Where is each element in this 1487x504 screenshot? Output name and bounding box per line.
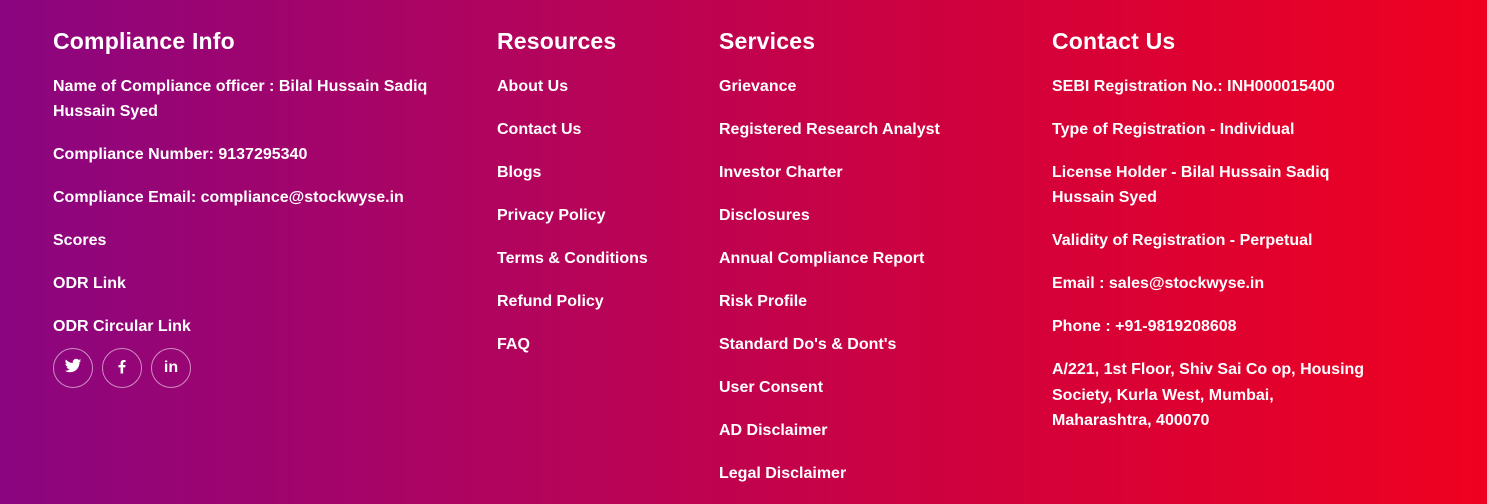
compliance-number-text: Compliance Number: 9137295340 (53, 146, 308, 163)
resources-link-privacy-policy[interactable]: Privacy Policy (497, 203, 697, 228)
registration-type-text: Type of Registration - Individual (1052, 121, 1295, 138)
facebook-icon (113, 357, 131, 380)
contact-us-column: Contact Us SEBI Registration No.: INH000… (1052, 28, 1372, 452)
resources-heading: Resources (497, 28, 617, 54)
scores-link[interactable]: Scores (53, 228, 463, 253)
registration-validity-text: Validity of Registration - Perpetual (1052, 232, 1313, 249)
compliance-info-column: Compliance Info Name of Compliance offic… (53, 28, 463, 388)
contact-us-list: SEBI Registration No.: INH000015400 Type… (1052, 74, 1372, 434)
compliance-officer-text: Name of Compliance officer : Bilal Hussa… (53, 78, 428, 120)
services-link-registered-research-analyst[interactable]: Registered Research Analyst (719, 117, 1019, 142)
compliance-info-heading: Compliance Info (53, 28, 235, 54)
services-list: Grievance Registered Research Analyst In… (719, 74, 1019, 486)
linkedin-icon: in (163, 359, 179, 376)
resources-link-faq[interactable]: FAQ (497, 332, 697, 357)
services-heading: Services (719, 28, 816, 54)
services-link-disclosures[interactable]: Disclosures (719, 203, 1019, 228)
twitter-icon (64, 357, 82, 380)
services-link-user-consent[interactable]: User Consent (719, 375, 1019, 400)
compliance-info-list: Name of Compliance officer : Bilal Hussa… (53, 74, 463, 339)
facebook-button[interactable] (102, 348, 142, 388)
twitter-button[interactable] (53, 348, 93, 388)
services-link-risk-profile[interactable]: Risk Profile (719, 289, 1019, 314)
contact-us-heading: Contact Us (1052, 28, 1176, 54)
services-link-grievance[interactable]: Grievance (719, 74, 1019, 99)
contact-phone-link[interactable]: Phone : +91-9819208608 (1052, 314, 1372, 339)
services-column: Services Grievance Registered Research A… (719, 28, 1019, 504)
resources-link-terms-conditions[interactable]: Terms & Conditions (497, 246, 697, 271)
linkedin-button[interactable]: in (151, 348, 191, 388)
resources-link-blogs[interactable]: Blogs (497, 160, 697, 185)
license-holder-text: License Holder - Bilal Hussain Sadiq Hus… (1052, 164, 1330, 206)
resources-list: About Us Contact Us Blogs Privacy Policy… (497, 74, 697, 357)
compliance-email-text: Compliance Email: compliance@stockwyse.i… (53, 189, 404, 206)
services-link-standard-dos-donts[interactable]: Standard Do's & Dont's (719, 332, 1019, 357)
sebi-registration-text: SEBI Registration No.: INH000015400 (1052, 78, 1335, 95)
services-link-investor-charter[interactable]: Investor Charter (719, 160, 1019, 185)
resources-link-about-us[interactable]: About Us (497, 74, 697, 99)
contact-email-link[interactable]: Email : sales@stockwyse.in (1052, 271, 1372, 296)
odr-circular-link[interactable]: ODR Circular Link (53, 314, 463, 339)
services-link-annual-compliance-report[interactable]: Annual Compliance Report (719, 246, 1019, 271)
odr-link[interactable]: ODR Link (53, 271, 463, 296)
social-links: in (53, 348, 463, 388)
resources-column: Resources About Us Contact Us Blogs Priv… (497, 28, 697, 375)
resources-link-refund-policy[interactable]: Refund Policy (497, 289, 697, 314)
services-link-legal-disclaimer[interactable]: Legal Disclaimer (719, 461, 1019, 486)
services-link-ad-disclaimer[interactable]: AD Disclaimer (719, 418, 1019, 443)
resources-link-contact-us[interactable]: Contact Us (497, 117, 697, 142)
contact-address-text: A/221, 1st Floor, Shiv Sai Co op, Housin… (1052, 361, 1365, 429)
